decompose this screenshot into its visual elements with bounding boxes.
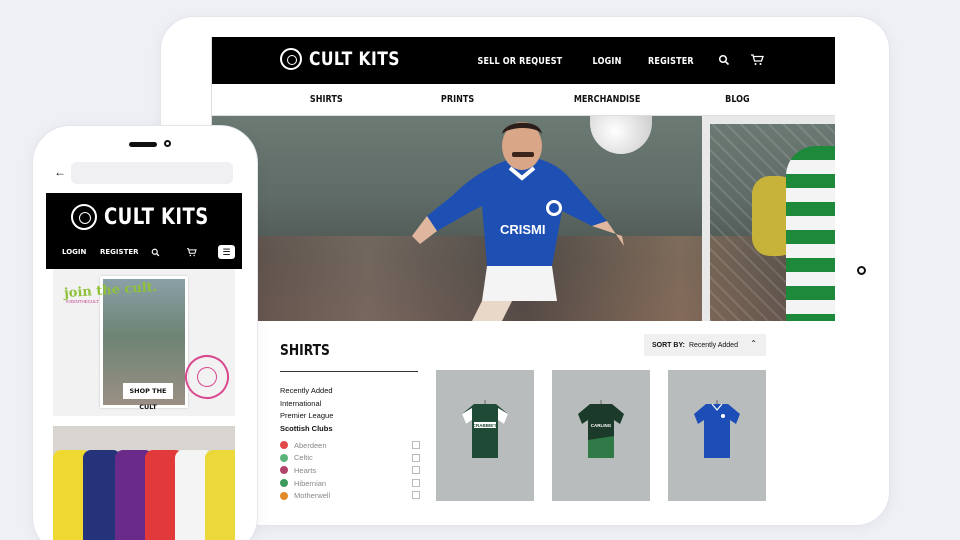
search-icon[interactable] [718,54,730,69]
filter-recently-added[interactable]: Recently Added [280,385,333,398]
product-card[interactable]: CARLING [552,370,650,501]
back-arrow-icon[interactable]: ← [54,165,66,179]
nav-login[interactable]: LOGIN [593,56,622,67]
kits-collection-image [53,426,235,540]
shop-the-cult-button[interactable]: SHOP THE CULT [123,383,173,411]
club-label: Hearts [294,465,317,475]
category-shirts[interactable]: SHIRTS [310,94,343,105]
hero-goal-bar [702,116,835,124]
stamp-ball-icon [194,364,220,390]
search-icon[interactable] [151,248,160,259]
logo-badge-icon [71,204,97,230]
club-filter-list: Aberdeen Celtic Hearts Hibernian Motherw [280,439,420,502]
phone-speaker [129,142,157,147]
cart-icon[interactable] [186,248,197,259]
sort-value: Recently Added [688,341,738,349]
club-motherwell[interactable]: Motherwell [280,489,420,502]
phone-camera [164,140,171,147]
club-checkbox[interactable] [412,441,420,449]
club-celtic[interactable]: Celtic [280,452,420,465]
club-checkbox[interactable] [412,478,420,487]
mobile-header: CULT KITS LOGIN REGISTER ☰ [46,193,242,269]
logo-text: CULT KITS [104,204,209,230]
club-hibernian[interactable]: Hibernian [280,477,420,490]
nav-register[interactable]: REGISTER [648,56,694,67]
promo-banner[interactable]: join the cult. #JOINTHECULT SHOP THE CUL… [53,269,236,416]
hero-shirt-sponsor: CRISMI [500,222,546,237]
club-label: Celtic [294,453,313,463]
site-logo[interactable]: CULT KITS [280,48,420,70]
product-card[interactable] [668,370,766,501]
club-checkbox[interactable] [412,491,420,500]
tablet-camera [857,266,866,275]
club-label: Hibernian [294,478,327,488]
logo-text: CULT KITS [309,48,400,70]
category-blog[interactable]: BLOG [725,94,750,105]
hero-banner: CRISMI [212,116,835,321]
kit-yellow-2 [205,450,235,540]
filter-premier-league[interactable]: Premier League [280,410,333,423]
celtic-crest-icon [280,453,288,462]
hearts-crest-icon [280,466,288,475]
page-title: SHIRTS [280,341,330,359]
hero-player: CRISMI [412,122,624,321]
mobile-nav-login[interactable]: LOGIN [62,248,86,256]
club-aberdeen[interactable]: Aberdeen [280,439,420,452]
club-label: Aberdeen [294,440,327,450]
club-checkbox[interactable] [412,453,420,462]
club-checkbox[interactable] [412,466,420,475]
motherwell-crest-icon [280,491,288,500]
site-header: CULT KITS SELL OR REQUEST LOGIN REGISTER [212,37,835,84]
nav-sell-or-request[interactable]: SELL OR REQUEST [478,56,563,67]
product-card[interactable]: CRABBIE'S [436,370,534,501]
aberdeen-crest-icon [280,441,288,450]
menu-icon[interactable]: ☰ [218,245,235,259]
filter-list: Recently Added International Premier Lea… [280,385,333,435]
browser-url-bar[interactable] [71,162,233,184]
promo-hashtag: #JOINTHECULT [66,299,100,304]
hero-goal-post [702,116,710,321]
filter-scottish-clubs[interactable]: Scottish Clubs [280,423,333,436]
mobile-nav-register[interactable]: REGISTER [100,248,139,256]
filter-international[interactable]: International [280,398,333,411]
club-label: Motherwell [294,491,331,501]
tablet-screen: CULT KITS SELL OR REQUEST LOGIN REGISTER… [211,37,835,503]
cart-icon[interactable] [750,54,764,69]
product-sponsor: CRABBIE'S [473,423,498,428]
club-hearts[interactable]: Hearts [280,464,420,477]
filter-divider [280,371,418,372]
hibernian-shirt-image: CRABBIE'S [462,400,508,458]
sort-dropdown[interactable]: SORT BY: Recently Added ⌃ [644,334,766,356]
celtic-shirt-image: CARLING [578,400,624,458]
chevron-up-icon: ⌃ [750,339,757,348]
phone-screen: CULT KITS LOGIN REGISTER ☰ join the cult… [46,193,242,540]
rangers-shirt-image [694,400,740,458]
category-merchandise[interactable]: MERCHANDISE [574,94,641,105]
mobile-site-logo[interactable]: CULT KITS [71,204,232,230]
logo-badge-icon [280,48,302,70]
category-nav: SHIRTS PRINTS MERCHANDISE BLOG [212,84,835,116]
sort-label: SORT BY: [652,341,685,349]
hibernian-crest-icon [280,479,288,488]
shop-content: SHIRTS SORT BY: Recently Added ⌃ Recentl… [212,321,835,503]
product-sponsor: CARLING [591,423,612,428]
top-nav: SELL OR REQUEST LOGIN REGISTER [470,54,764,69]
hero-celtic-player [786,146,835,321]
category-prints[interactable]: PRINTS [441,94,474,105]
